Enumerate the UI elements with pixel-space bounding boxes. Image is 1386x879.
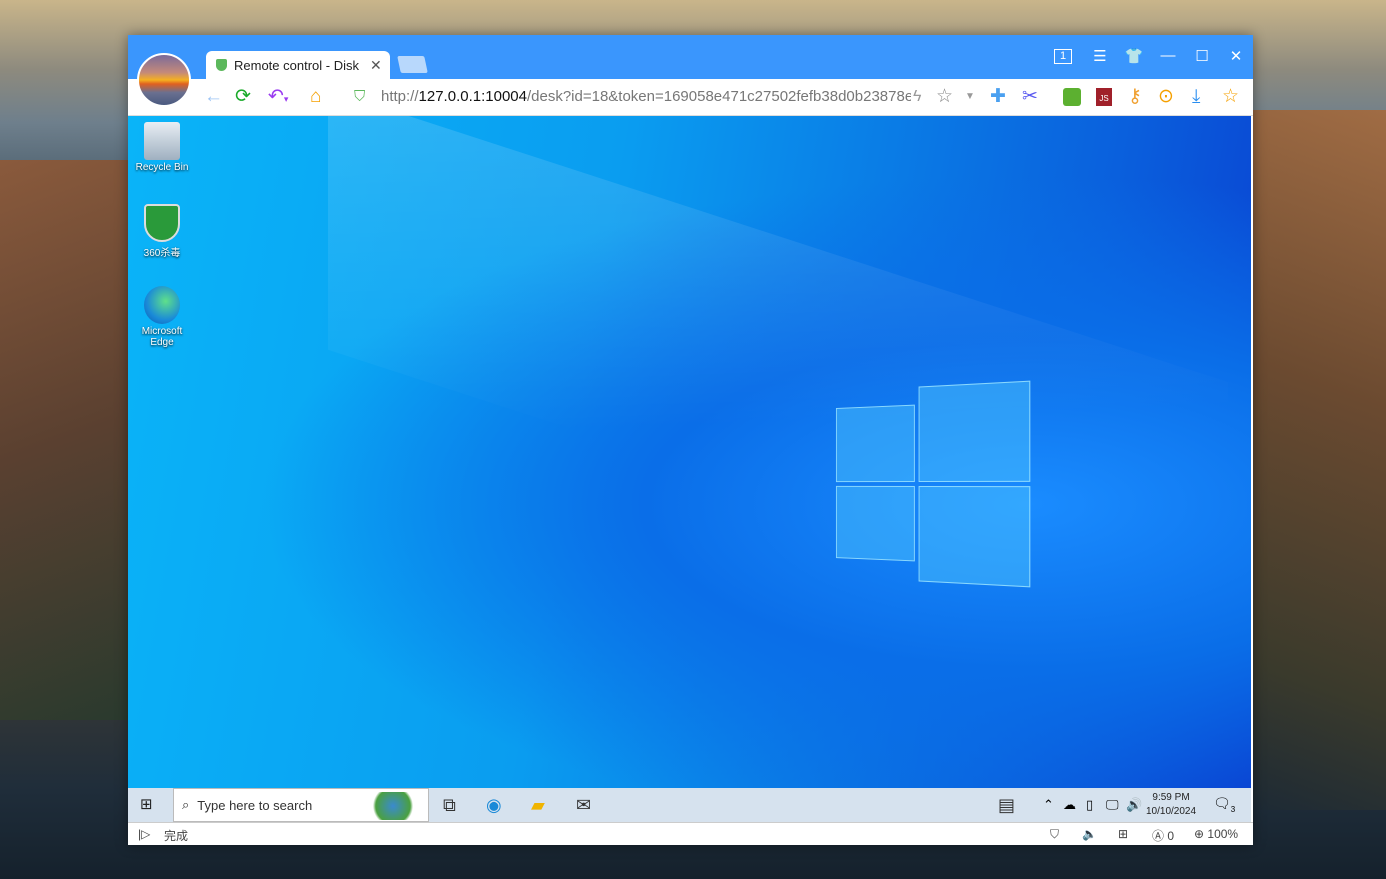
taskbar: ⊞ ⌕ Type here to search ⧉ ◉ ▰ ✉ ▤ ⌃ ☁ ▯ … — [128, 788, 1251, 822]
dropdown-icon[interactable]: ▼ — [965, 86, 975, 108]
menu-icon[interactable]: ☰ — [1088, 47, 1112, 65]
icon-label: 360杀毒 — [143, 248, 181, 259]
back-icon[interactable]: ← — [204, 86, 223, 108]
clock[interactable]: 9:59 PM 10/10/2024 — [1146, 791, 1196, 819]
sound-icon[interactable]: 🔈 — [1082, 827, 1097, 841]
refresh-icon[interactable]: ⟳ — [235, 86, 251, 108]
screenshot-scissors-icon[interactable]: ✂ — [1022, 86, 1038, 108]
download-icon[interactable]: ⤓ — [1192, 86, 1200, 108]
search-icon: ⌕ — [182, 797, 190, 812]
favorite-star-icon[interactable]: ☆ — [936, 86, 953, 108]
address-bar[interactable]: http://127.0.0.1:10004/desk?id=18&token=… — [381, 88, 911, 105]
desktop-icon-360[interactable]: 360杀毒 — [134, 204, 190, 259]
tray-app-icon[interactable]: ☁ — [1063, 797, 1076, 813]
volume-icon[interactable]: 🔊 — [1126, 797, 1142, 813]
task-view-icon[interactable]: ⧉ — [443, 795, 456, 816]
news-icon[interactable]: ▤ — [998, 795, 1015, 816]
lightning-icon[interactable]: ϟ — [913, 86, 921, 108]
background-mountains-left — [0, 160, 130, 720]
edge-icon — [144, 286, 180, 324]
chevron-up-icon[interactable]: ⌃ — [1043, 797, 1054, 813]
360-shield-icon — [144, 204, 180, 242]
secure-shield-icon: ⛉ — [354, 88, 366, 105]
background-mountains-right — [1251, 110, 1386, 810]
window-count-icon[interactable]: 1 — [1054, 49, 1072, 64]
toolbar: ← ⟳ ↶▾ ⌂ ⛉ http://127.0.0.1:10004/desk?i… — [128, 79, 1253, 116]
icon-label: Recycle Bin — [135, 162, 189, 173]
tab-title: Remote control - Disk — [234, 57, 359, 73]
remote-desktop[interactable]: Recycle Bin 360杀毒 Microsoft Edge ⊞ ⌕ Typ… — [128, 116, 1251, 822]
edge-taskbar-icon[interactable]: ◉ — [486, 795, 502, 816]
recycle-bin-icon — [144, 122, 180, 160]
adblock-icon[interactable]: Ⓐ 0 — [1152, 827, 1174, 844]
key-icon[interactable]: ⚷ — [1128, 86, 1142, 108]
new-tab-button[interactable] — [397, 56, 428, 73]
skin-shirt-icon[interactable]: 👕 — [1122, 47, 1146, 65]
status-bar: |▷ 完成 ⛉ 🔈 ⊞ Ⓐ 0 ⊕ 100% — [128, 822, 1253, 845]
tab-remote-control[interactable]: Remote control - Disk ✕ — [206, 51, 390, 79]
icon-label: Microsoft Edge — [141, 326, 183, 348]
search-placeholder: Type here to search — [197, 797, 313, 813]
more-icon[interactable]: ⊙ — [1158, 86, 1174, 108]
undo-icon[interactable]: ↶▾ — [268, 86, 288, 110]
extension-puzzle-icon[interactable]: ✚ — [990, 86, 1006, 108]
sidebar-toggle-icon[interactable]: |▷ — [138, 827, 150, 841]
home-icon[interactable]: ⌂ — [310, 86, 321, 108]
security-shield-icon[interactable]: ⛉ — [1050, 827, 1059, 842]
desktop-icon-edge[interactable]: Microsoft Edge — [134, 286, 190, 348]
network-icon[interactable]: 🖵 — [1106, 797, 1119, 813]
maximize-icon[interactable]: ☐ — [1190, 47, 1214, 65]
mail-icon[interactable]: ✉ — [576, 795, 591, 816]
start-icon[interactable]: ⊞ — [140, 795, 153, 813]
toolbox-icon[interactable]: ⊞ — [1118, 827, 1128, 841]
close-tab-icon[interactable]: ✕ — [370, 57, 382, 74]
close-icon[interactable]: ✕ — [1224, 47, 1248, 65]
notifications-icon[interactable]: 🗨3 — [1213, 795, 1235, 814]
desktop-icon-recycle-bin[interactable]: Recycle Bin — [134, 122, 190, 173]
shield-icon — [216, 59, 227, 71]
js-icon[interactable]: JS — [1096, 88, 1112, 106]
device-icon[interactable]: ▯ — [1086, 797, 1093, 813]
status-text: 完成 — [164, 829, 189, 843]
windows-logo — [835, 380, 1032, 588]
avatar[interactable] — [137, 53, 191, 107]
minimize-icon[interactable]: — — [1156, 47, 1180, 64]
zoom-level[interactable]: ⊕ 100% — [1194, 827, 1238, 841]
title-bar: Remote control - Disk ✕ 1 ☰ 👕 — ☐ ✕ — [128, 35, 1253, 79]
extension-green-icon[interactable] — [1063, 88, 1081, 106]
search-highlight-icon — [368, 792, 418, 820]
bookmark-star-icon[interactable]: ☆ — [1222, 86, 1239, 108]
file-explorer-icon[interactable]: ▰ — [531, 795, 545, 816]
light-beam — [328, 116, 1228, 643]
browser-window: Remote control - Disk ✕ 1 ☰ 👕 — ☐ ✕ ← ⟳ … — [128, 35, 1253, 845]
taskbar-search[interactable]: ⌕ Type here to search — [173, 788, 429, 822]
